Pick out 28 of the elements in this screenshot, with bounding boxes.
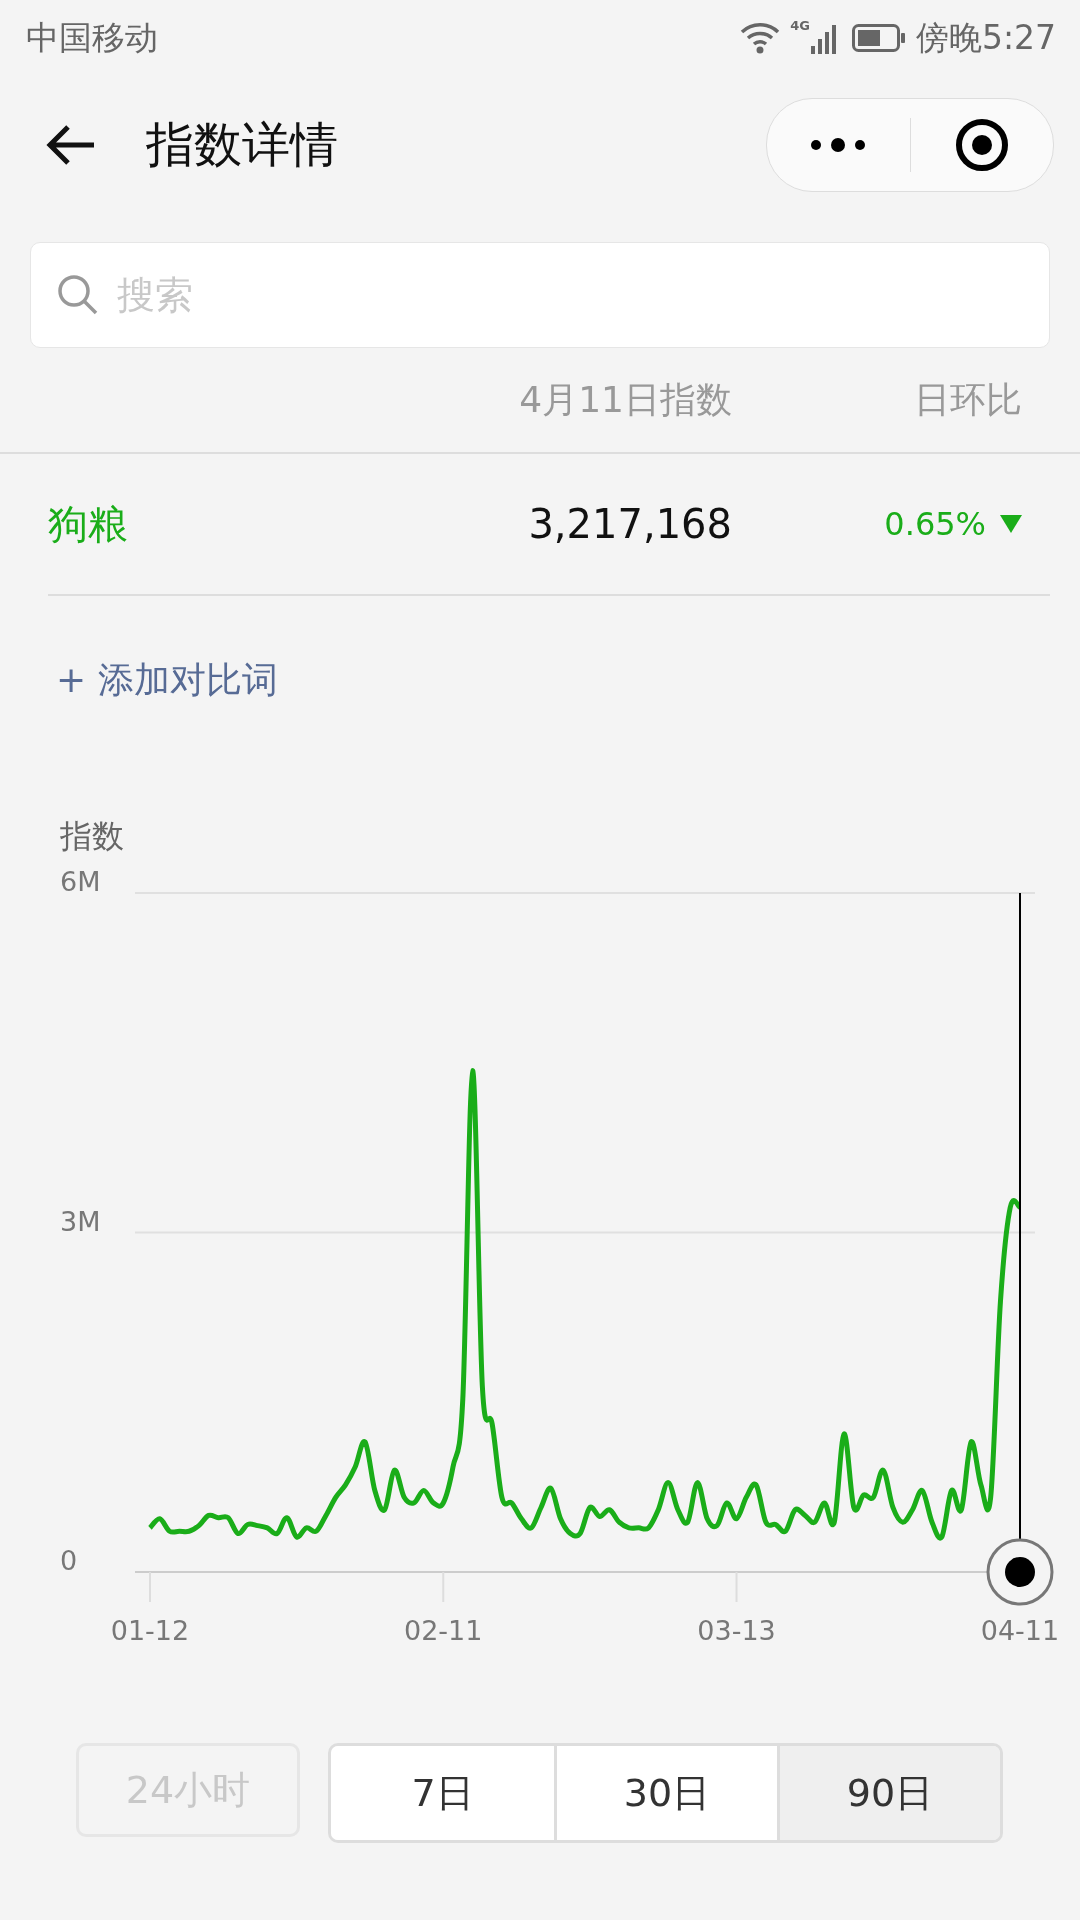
axis-label: 04-11 xyxy=(980,1615,1060,1646)
page-title: 指数详情 xyxy=(146,115,338,174)
network-type: 4G xyxy=(790,18,810,33)
wifi-icon xyxy=(740,22,781,54)
axis-label: 02-11 xyxy=(404,1615,483,1646)
axis-label: 6M xyxy=(60,866,101,897)
axis-title: 指数 xyxy=(60,816,124,857)
search-icon xyxy=(57,274,99,316)
column-header: 日环比 xyxy=(913,377,1022,422)
add-compare-link[interactable]: + 添加对比词 xyxy=(56,656,278,705)
range-tab[interactable]: 7日 xyxy=(331,1746,554,1840)
more-icon xyxy=(810,138,867,152)
axis-label: 01-12 xyxy=(110,1615,190,1646)
battery-icon xyxy=(851,24,906,52)
carrier-name: 中国移动 xyxy=(26,16,158,59)
close-icon xyxy=(954,118,1009,172)
axis-label: 0 xyxy=(60,1545,78,1576)
change-value: 0.65% xyxy=(884,505,986,543)
keyword-text: 狗粮 xyxy=(48,499,128,549)
axis-label: 3M xyxy=(60,1205,101,1237)
axis-label: 03-13 xyxy=(697,1615,776,1646)
column-header: 4月11日指数 xyxy=(518,377,732,422)
range-tab[interactable]: 30日 xyxy=(554,1746,777,1840)
clock-time: 傍晚5:27 xyxy=(915,16,1056,59)
index-value: 3,217,168 xyxy=(527,501,732,547)
range-tab[interactable]: 90日 xyxy=(777,1746,1000,1840)
back-arrow-icon[interactable] xyxy=(46,125,96,165)
cursor-handle[interactable] xyxy=(986,892,1054,1606)
